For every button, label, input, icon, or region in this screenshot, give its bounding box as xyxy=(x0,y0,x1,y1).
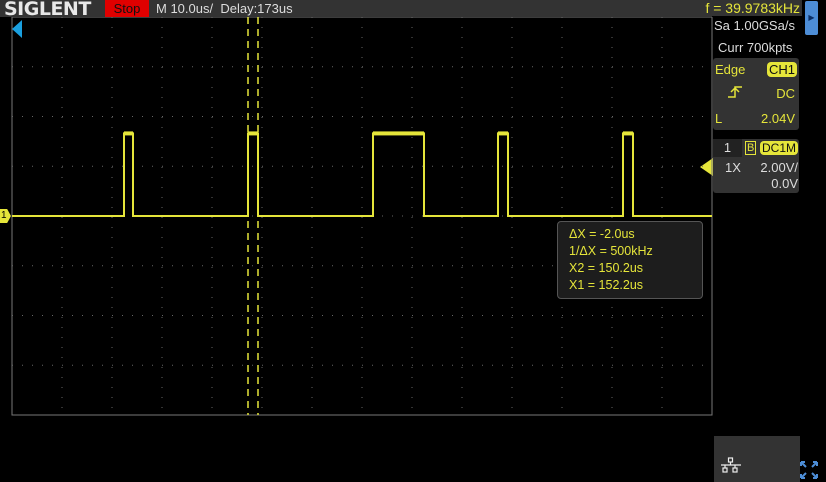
frequency-counter: f = 39.9783kHz xyxy=(680,0,802,16)
waveform-display[interactable] xyxy=(0,17,714,417)
delay: Delay:173us xyxy=(220,1,293,16)
cursor-x1: X1 = 152.2us xyxy=(569,278,644,292)
expand-menu-button[interactable]: ▶ xyxy=(805,1,818,35)
timebase: M 10.0us/ xyxy=(156,1,214,16)
sample-rate: Sa 1.00GSa/s xyxy=(714,18,795,33)
fullscreen-icon[interactable] xyxy=(800,461,818,479)
run-stop-status[interactable]: Stop xyxy=(105,0,149,17)
status-box xyxy=(714,436,800,482)
pulse-top xyxy=(373,131,424,136)
rising-edge-icon xyxy=(728,86,742,98)
pulse-top xyxy=(248,131,258,136)
timebase-readout[interactable]: M 10.0us/ Delay:173us xyxy=(156,0,293,17)
vertical-scale: 2.00V/ xyxy=(760,160,798,175)
trigger-level-label: L xyxy=(715,111,723,126)
trigger-source: CH1 xyxy=(766,62,797,77)
pulse-top xyxy=(124,131,133,136)
pulse-top xyxy=(498,131,508,136)
bandwidth-limit-badge: B xyxy=(745,141,757,155)
trigger-type: Edge xyxy=(715,62,746,77)
cursor-x2: X2 = 150.2us xyxy=(569,261,644,275)
channel-number: 1 xyxy=(713,139,742,157)
top-bar: SIGLENT Stop M 10.0us/ Delay:173us xyxy=(0,0,712,20)
probe-ratio: 1X xyxy=(725,160,741,175)
network-icon xyxy=(721,457,741,473)
cursor-delta-x: ΔX = -2.0us xyxy=(569,227,635,241)
ch1-trace xyxy=(12,132,712,217)
trigger-level: 2.04V xyxy=(761,111,795,126)
channel-coupling: DC1M xyxy=(759,141,798,155)
trigger-position-marker[interactable] xyxy=(12,20,22,38)
cursor-measurement-box: ΔX = -2.0us 1/ΔX = 500kHz X2 = 150.2us X… xyxy=(557,221,703,299)
cursor-inverse-delta-x: 1/ΔX = 500kHz xyxy=(569,244,653,258)
vertical-offset: 0.0V xyxy=(771,176,798,191)
pulse-top xyxy=(623,131,633,136)
trigger-panel[interactable]: Edge CH1 DC L 2.04V xyxy=(713,58,799,130)
memory-depth: Curr 700kpts xyxy=(718,40,793,55)
channel1-panel[interactable]: 1 B DC1M 1X 2.00V/ 0.0V xyxy=(713,139,799,193)
trigger-coupling: DC xyxy=(776,86,795,101)
